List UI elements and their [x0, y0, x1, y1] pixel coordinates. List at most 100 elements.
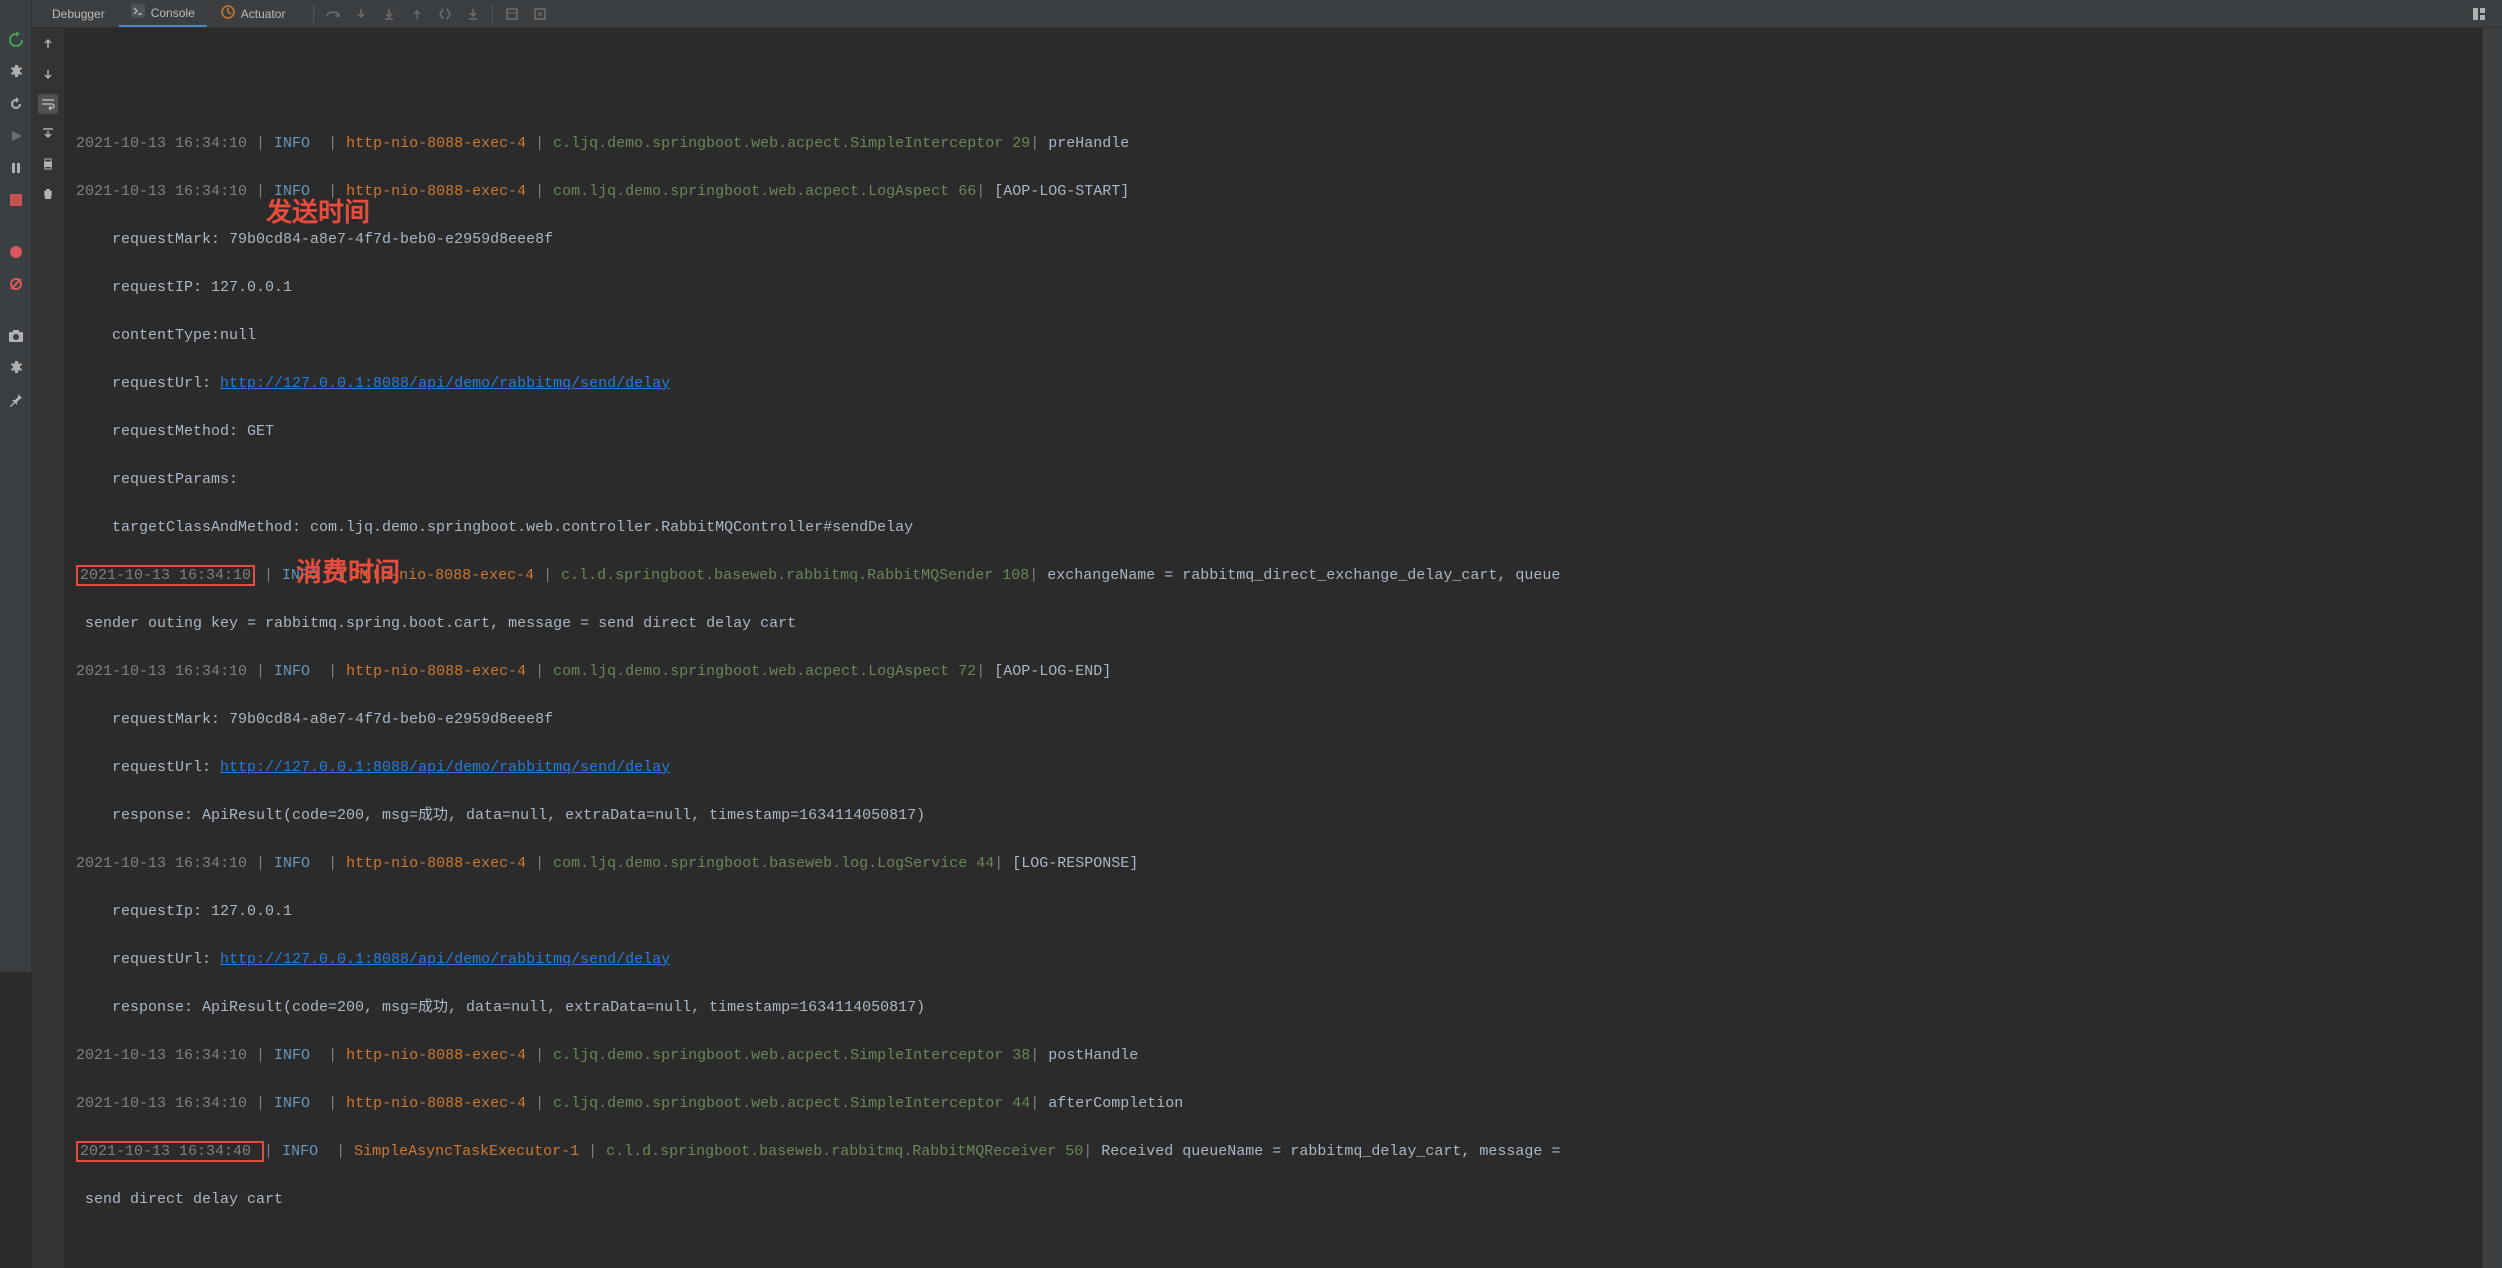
log-thread: http-nio-8088-exec-4	[346, 1047, 526, 1064]
separator	[492, 5, 493, 23]
log-detail: requestUrl:	[76, 951, 220, 968]
console-output[interactable]: 发送时间 消费时间 2021-10-13 16:34:10 | INFO | h…	[64, 28, 2482, 1268]
actuator-icon	[221, 5, 235, 22]
trace-icon[interactable]	[529, 3, 551, 25]
down-icon[interactable]	[38, 64, 58, 84]
consume-time-highlight: 2021-10-13 16:34:40	[76, 1141, 264, 1162]
log-class: com.ljq.demo.springboot.baseweb.log.LogS…	[553, 855, 967, 872]
log-line-num: 66	[958, 183, 976, 200]
log-line-num: 44	[976, 855, 994, 872]
log-detail: targetClassAndMethod: com.ljq.demo.sprin…	[76, 519, 913, 536]
log-msg: afterCompletion	[1048, 1095, 1183, 1112]
tab-debugger[interactable]: Debugger	[40, 3, 117, 25]
pause-icon[interactable]	[6, 158, 26, 178]
log-detail: requestMark: 79b0cd84-a8e7-4f7d-beb0-e29…	[76, 231, 553, 248]
log-detail: requestParams:	[76, 471, 238, 488]
log-line-num: 72	[958, 663, 976, 680]
log-msg: exchangeName = rabbitmq_direct_exchange_…	[1047, 567, 1560, 584]
step-over-icon[interactable]	[322, 3, 344, 25]
log-msg-cont: send direct delay cart	[76, 1191, 283, 1208]
log-detail: response: ApiResult(code=200, msg=成功, da…	[76, 999, 925, 1016]
log-level: INFO	[282, 1143, 318, 1160]
log-detail: requestMethod: GET	[76, 423, 274, 440]
soft-wrap-icon[interactable]	[38, 94, 58, 114]
log-msg: postHandle	[1048, 1047, 1138, 1064]
layout-icon[interactable]	[2468, 3, 2490, 25]
log-msg: preHandle	[1048, 135, 1129, 152]
log-class: c.l.d.springboot.baseweb.rabbitmq.Rabbit…	[561, 567, 993, 584]
tool-icon[interactable]	[6, 62, 26, 82]
run-to-cursor-icon[interactable]	[462, 3, 484, 25]
log-thread: http-nio-8088-exec-4	[346, 183, 526, 200]
scroll-end-icon[interactable]	[38, 124, 58, 144]
tab-console[interactable]: Console	[119, 0, 207, 27]
tab-label: Console	[151, 6, 195, 20]
log-level: INFO	[274, 183, 310, 200]
log-detail: requestUrl:	[76, 759, 220, 776]
log-detail: requestMark: 79b0cd84-a8e7-4f7d-beb0-e29…	[76, 711, 553, 728]
log-thread: http-nio-8088-exec-4	[354, 567, 534, 584]
log-ts: 2021-10-13 16:34:10	[76, 663, 247, 680]
log-line-num: 29	[1012, 135, 1030, 152]
drop-frame-icon[interactable]	[434, 3, 456, 25]
log-ts: 2021-10-13 16:34:10	[76, 183, 247, 200]
log-detail: requestIp: 127.0.0.1	[76, 903, 292, 920]
log-ts: 2021-10-13 16:34:10	[76, 135, 247, 152]
breakpoint-icon[interactable]	[6, 242, 26, 262]
log-line-num: 108	[1002, 567, 1029, 584]
log-class: c.ljq.demo.springboot.web.acpect.SimpleI…	[553, 135, 1003, 152]
log-class: c.l.d.springboot.baseweb.rabbitmq.Rabbit…	[606, 1143, 1056, 1160]
log-url[interactable]: http://127.0.0.1:8088/api/demo/rabbitmq/…	[220, 951, 670, 968]
tab-label: Actuator	[241, 7, 286, 21]
log-thread: http-nio-8088-exec-4	[346, 663, 526, 680]
log-url[interactable]: http://127.0.0.1:8088/api/demo/rabbitmq/…	[220, 375, 670, 392]
rerun-icon[interactable]	[6, 30, 26, 50]
log-msg: Received queueName = rabbitmq_delay_cart…	[1101, 1143, 1560, 1160]
evaluate-icon[interactable]	[501, 3, 523, 25]
log-ts: 2021-10-13 16:34:10	[76, 1047, 247, 1064]
debug-tabs-bar: Debugger Console Actuator	[32, 0, 2502, 28]
run-icon[interactable]	[6, 126, 26, 146]
log-ts: 2021-10-13 16:34:10	[76, 1095, 247, 1112]
step-into-icon[interactable]	[350, 3, 372, 25]
clear-icon[interactable]	[38, 184, 58, 204]
settings-icon[interactable]	[6, 358, 26, 378]
separator	[313, 5, 314, 23]
log-level: INFO	[274, 855, 310, 872]
pin-icon[interactable]	[6, 390, 26, 410]
reload-icon[interactable]	[6, 94, 26, 114]
log-class: c.ljq.demo.springboot.web.acpect.SimpleI…	[553, 1047, 1003, 1064]
log-detail: response: ApiResult(code=200, msg=成功, da…	[76, 807, 925, 824]
send-time-highlight: 2021-10-13 16:34:10	[76, 565, 255, 586]
console-icon	[131, 4, 145, 21]
log-msg: [AOP-LOG-END]	[994, 663, 1111, 680]
mute-icon[interactable]	[6, 274, 26, 294]
log-level: INFO	[274, 135, 310, 152]
log-line-num: 44	[1012, 1095, 1030, 1112]
up-icon[interactable]	[38, 34, 58, 54]
log-url[interactable]: http://127.0.0.1:8088/api/demo/rabbitmq/…	[220, 759, 670, 776]
step-out-icon[interactable]	[406, 3, 428, 25]
log-level: INFO	[274, 663, 310, 680]
log-thread: http-nio-8088-exec-4	[346, 1095, 526, 1112]
log-level: INFO	[274, 1095, 310, 1112]
tab-actuator[interactable]: Actuator	[209, 1, 298, 26]
console-gutter	[32, 28, 64, 1268]
log-ts: 2021-10-13 16:34:10	[80, 567, 251, 584]
log-thread: http-nio-8088-exec-4	[346, 855, 526, 872]
force-step-into-icon[interactable]	[378, 3, 400, 25]
log-class: c.ljq.demo.springboot.web.acpect.SimpleI…	[553, 1095, 1003, 1112]
log-detail: requestIP: 127.0.0.1	[76, 279, 292, 296]
log-line-num: 38	[1012, 1047, 1030, 1064]
log-class: com.ljq.demo.springboot.web.acpect.LogAs…	[553, 663, 949, 680]
camera-icon[interactable]	[6, 326, 26, 346]
log-ts: 2021-10-13 16:34:10	[76, 855, 247, 872]
left-tool-sidebar	[0, 0, 32, 972]
stop-icon[interactable]	[6, 190, 26, 210]
log-level: INFO	[274, 1047, 310, 1064]
log-level: INFO	[282, 567, 318, 584]
right-gutter	[2482, 28, 2502, 1268]
print-icon[interactable]	[38, 154, 58, 174]
log-detail: requestUrl:	[76, 375, 220, 392]
log-thread: http-nio-8088-exec-4	[346, 135, 526, 152]
